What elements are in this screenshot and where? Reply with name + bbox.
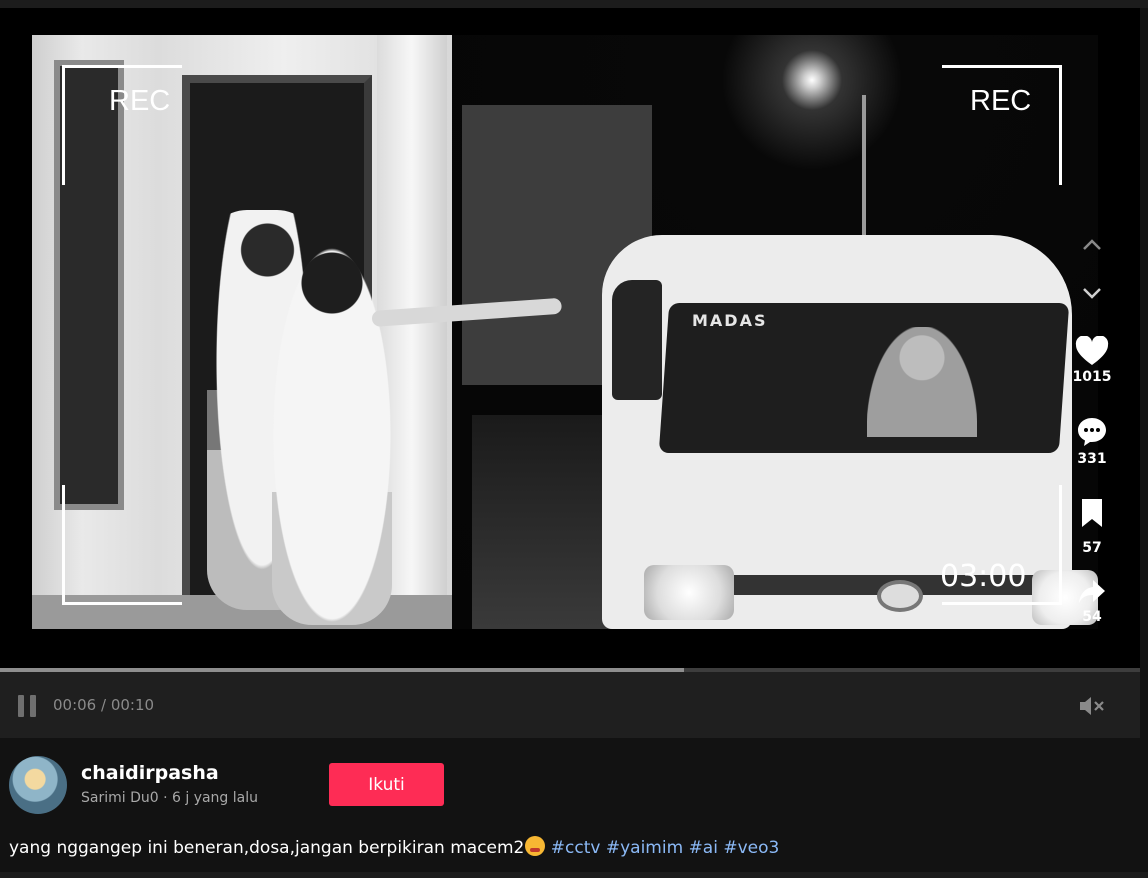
video-stage[interactable]: MADAS REC REC 03:00 1015 331 57 54 <box>0 8 1140 668</box>
van-emblem <box>877 580 923 612</box>
post-caption: yang nggangep ini beneran,dosa,jangan be… <box>9 836 779 858</box>
time-display: 00:06 / 00:10 <box>53 696 155 714</box>
hashtag-link[interactable]: #ai <box>689 838 718 858</box>
hashtag-link[interactable]: #yaimim <box>606 838 683 858</box>
like-count: 1015 <box>1072 369 1112 385</box>
next-video-button[interactable] <box>1066 286 1118 300</box>
post-info: chaidirpasha Sarimi Du0 · 6 j yang lalu … <box>0 738 1148 878</box>
follow-button[interactable]: Ikuti <box>329 763 444 806</box>
pause-icon <box>18 695 24 717</box>
share-button[interactable]: 54 <box>1066 578 1118 625</box>
frame-corner-top-right <box>942 65 1062 185</box>
chevron-up-icon <box>1083 239 1101 250</box>
hashtag-link[interactable]: #cctv <box>551 838 601 858</box>
chevron-down-icon <box>1083 288 1101 299</box>
avatar[interactable] <box>9 756 67 814</box>
share-count: 54 <box>1082 609 1102 625</box>
pause-button[interactable] <box>18 695 38 717</box>
mute-icon <box>1080 697 1104 715</box>
frame-corner-bottom-left <box>62 485 182 605</box>
previous-video-button[interactable] <box>1066 238 1118 252</box>
overlay-timecode: 03:00 <box>940 559 1027 594</box>
comment-button[interactable]: 331 <box>1066 416 1118 467</box>
save-count: 57 <box>1082 540 1102 556</box>
van-side-window <box>612 280 662 400</box>
like-button[interactable]: 1015 <box>1066 336 1118 385</box>
video-frame[interactable]: MADAS REC REC 03:00 <box>32 35 1098 629</box>
van-windshield-text: MADAS <box>692 311 768 330</box>
top-strip <box>0 0 1148 8</box>
rec-label-left: REC <box>109 85 171 117</box>
caption-text: yang nggangep ini beneran,dosa,jangan be… <box>9 838 525 858</box>
comment-icon <box>1078 418 1106 446</box>
rec-label-right: REC <box>970 85 1032 117</box>
frame-corner-top-left <box>62 65 182 185</box>
pause-icon-bar <box>30 695 36 717</box>
hashtag-link[interactable]: #veo3 <box>723 838 779 858</box>
van-headlight-left <box>644 565 734 620</box>
bottom-strip <box>0 872 1148 878</box>
bookmark-icon <box>1082 499 1102 527</box>
player-controls: 00:06 / 00:10 <box>0 672 1140 738</box>
share-icon <box>1079 580 1105 603</box>
username[interactable]: chaidirpasha <box>81 762 219 784</box>
person-woman <box>272 245 392 625</box>
action-rail: 1015 331 57 54 <box>1066 238 1118 648</box>
mute-button[interactable] <box>1078 694 1108 718</box>
van-driver <box>867 327 977 437</box>
emoji-icon <box>525 836 546 856</box>
post-subline: Sarimi Du0 · 6 j yang lalu <box>81 790 259 806</box>
comment-count: 331 <box>1077 451 1107 467</box>
heart-icon <box>1075 336 1109 365</box>
street-lamp-pole <box>862 95 866 245</box>
bookmark-button[interactable]: 57 <box>1066 498 1118 556</box>
